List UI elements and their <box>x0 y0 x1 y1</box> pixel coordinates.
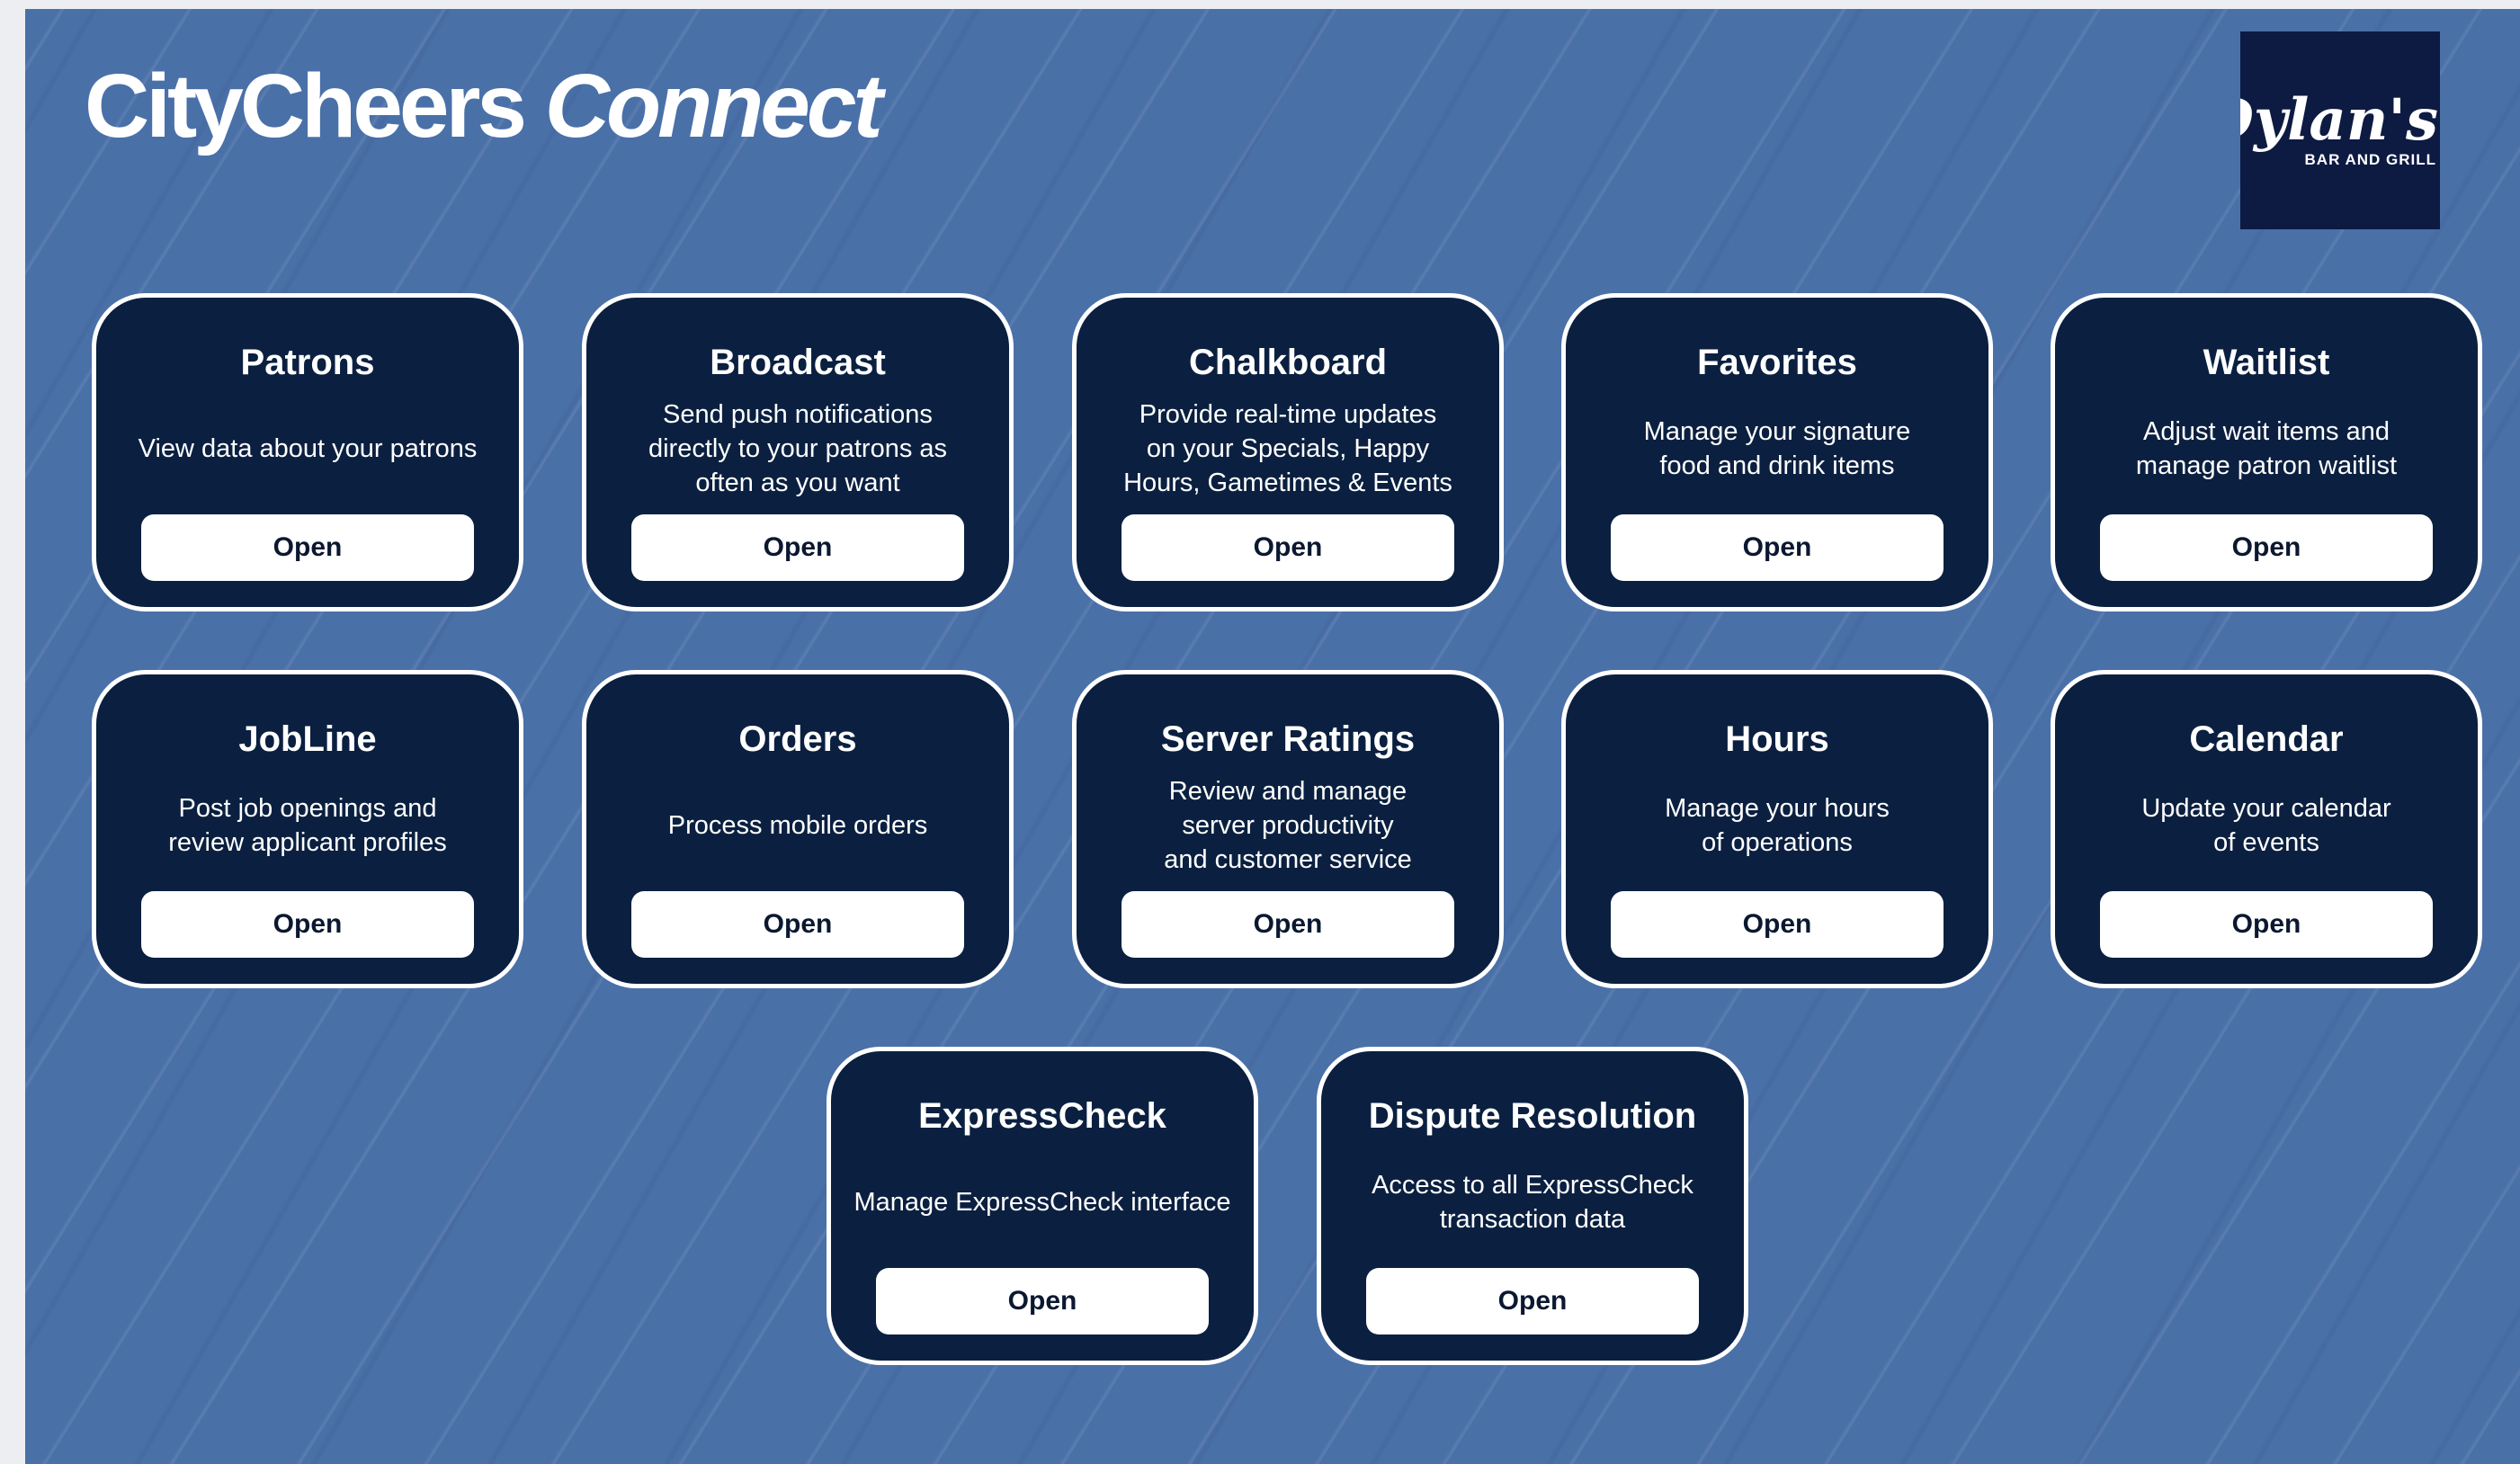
card-description: Manage ExpressCheck interface <box>853 1188 1231 1217</box>
card-title: Calendar <box>2189 719 2344 759</box>
open-calendar-button[interactable]: Open <box>2100 891 2433 958</box>
card-description: Review and manage server productivity an… <box>1164 777 1412 874</box>
card-description: Manage your hours of operations <box>1665 794 1890 857</box>
open-favorites-button[interactable]: Open <box>1611 514 1944 581</box>
card-chalkboard: Chalkboard Provide real-time updates on … <box>1072 293 1504 611</box>
dashboard-canvas: CityCheers Connect Dylan's BAR AND GRILL… <box>25 9 2520 1464</box>
card-patrons: Patrons View data about your patrons Ope… <box>92 293 523 611</box>
open-jobline-button[interactable]: Open <box>141 891 474 958</box>
card-title: Hours <box>1725 719 1829 759</box>
card-description: Post job openings and review applicant p… <box>168 794 447 857</box>
card-server-ratings: Server Ratings Review and manage server … <box>1072 670 1504 988</box>
card-description: Manage your signature food and drink ite… <box>1643 417 1911 480</box>
open-dispute-resolution-button[interactable]: Open <box>1366 1268 1699 1335</box>
card-title: JobLine <box>238 719 377 759</box>
card-description: View data about your patrons <box>138 434 478 463</box>
card-title: Patrons <box>240 343 375 382</box>
open-waitlist-button[interactable]: Open <box>2100 514 2433 581</box>
open-orders-button[interactable]: Open <box>631 891 964 958</box>
open-expresscheck-button[interactable]: Open <box>876 1268 1209 1335</box>
card-description: Provide real-time updates on your Specia… <box>1123 400 1452 497</box>
card-description: Update your calendar of events <box>2141 794 2391 857</box>
open-server-ratings-button[interactable]: Open <box>1121 891 1454 958</box>
feature-card-grid: Patrons View data about your patrons Ope… <box>25 9 2520 1464</box>
card-description: Access to all ExpressCheck transaction d… <box>1372 1171 1693 1234</box>
open-broadcast-button[interactable]: Open <box>631 514 964 581</box>
card-title: Waitlist <box>2203 343 2330 382</box>
card-title: ExpressCheck <box>918 1096 1166 1136</box>
card-calendar: Calendar Update your calendar of events … <box>2051 670 2482 988</box>
card-dispute-resolution: Dispute Resolution Access to all Express… <box>1317 1047 1748 1365</box>
card-hours: Hours Manage your hours of operations Op… <box>1561 670 1993 988</box>
card-expresscheck: ExpressCheck Manage ExpressCheck interfa… <box>827 1047 1258 1365</box>
card-title: Orders <box>738 719 857 759</box>
card-title: Favorites <box>1697 343 1857 382</box>
card-description: Process mobile orders <box>667 811 928 840</box>
card-broadcast: Broadcast Send push notifications direct… <box>582 293 1014 611</box>
card-title: Broadcast <box>710 343 886 382</box>
card-jobline: JobLine Post job openings and review app… <box>92 670 523 988</box>
open-chalkboard-button[interactable]: Open <box>1121 514 1454 581</box>
card-description: Adjust wait items and manage patron wait… <box>2135 417 2398 480</box>
card-favorites: Favorites Manage your signature food and… <box>1561 293 1993 611</box>
card-description: Send push notifications directly to your… <box>648 400 948 497</box>
card-title: Dispute Resolution <box>1368 1096 1697 1136</box>
card-waitlist: Waitlist Adjust wait items and manage pa… <box>2051 293 2482 611</box>
card-orders: Orders Process mobile orders Open <box>582 670 1014 988</box>
open-patrons-button[interactable]: Open <box>141 514 474 581</box>
card-title: Server Ratings <box>1160 719 1416 759</box>
open-hours-button[interactable]: Open <box>1611 891 1944 958</box>
card-title: Chalkboard <box>1188 343 1388 382</box>
